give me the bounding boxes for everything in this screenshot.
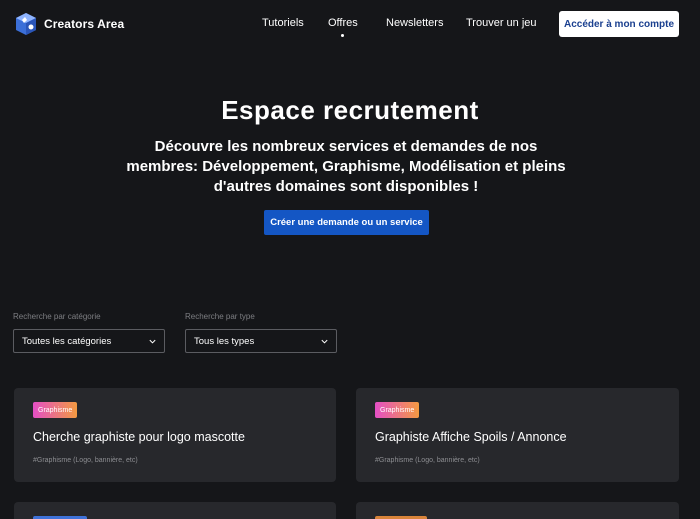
listing-card[interactable] bbox=[356, 502, 679, 519]
type-select-value: Tous les types bbox=[194, 335, 255, 347]
listing-title: Graphiste Affiche Spoils / Annonce bbox=[375, 430, 567, 444]
listing-card[interactable]: Graphisme Graphiste Affiche Spoils / Ann… bbox=[356, 388, 679, 482]
nav-item-label: Offres bbox=[328, 17, 358, 29]
type-select[interactable]: Tous les types bbox=[185, 329, 337, 353]
category-select[interactable]: Toutes les catégories bbox=[13, 329, 165, 353]
chevron-down-icon bbox=[321, 339, 328, 344]
chevron-down-icon bbox=[149, 339, 156, 344]
listing-tag: #Graphisme (Logo, bannière, etc) bbox=[33, 457, 138, 464]
create-request-button[interactable]: Créer une demande ou un service bbox=[264, 210, 429, 235]
type-filter-label: Recherche par type bbox=[185, 312, 255, 321]
nav-item-tutoriels[interactable]: Tutoriels bbox=[262, 17, 304, 29]
category-badge: Graphisme bbox=[375, 402, 420, 418]
page-title: Espace recrutement bbox=[221, 95, 479, 125]
listing-tag: #Graphisme (Logo, bannière, etc) bbox=[375, 457, 480, 464]
category-select-value: Toutes les catégories bbox=[22, 335, 112, 347]
listing-card[interactable] bbox=[14, 502, 336, 519]
listing-title: Cherche graphiste pour logo mascotte bbox=[33, 430, 245, 444]
category-badge: Graphisme bbox=[33, 402, 78, 418]
nav-item-trouver-un-jeu[interactable]: Trouver un jeu bbox=[466, 17, 537, 29]
nav-item-offres[interactable]: Offres bbox=[328, 17, 358, 37]
category-filter-label: Recherche par catégorie bbox=[13, 312, 101, 321]
nav-item-newsletters[interactable]: Newsletters bbox=[386, 17, 443, 29]
top-navbar: Creators Area Tutoriels Offres Newslette… bbox=[0, 0, 700, 48]
page-subtitle: Découvre les nombreux services et demand… bbox=[126, 138, 566, 195]
account-button[interactable]: Accéder à mon compte bbox=[559, 11, 679, 37]
active-indicator-dot bbox=[341, 34, 345, 37]
listing-card[interactable]: Graphisme Cherche graphiste pour logo ma… bbox=[14, 388, 336, 482]
